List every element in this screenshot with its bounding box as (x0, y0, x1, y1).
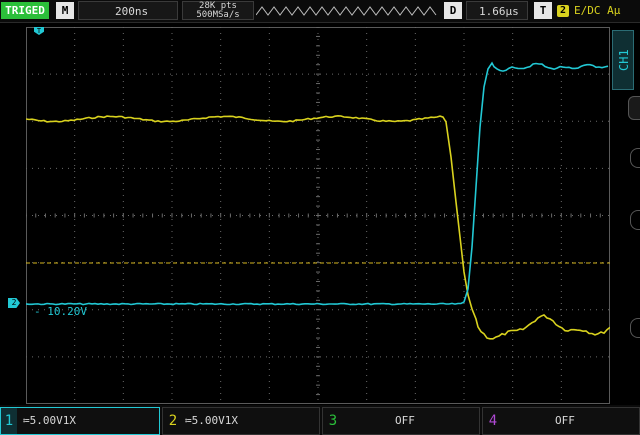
ch1-ground-marker[interactable]: 2 (8, 298, 20, 308)
ch3-state: OFF (395, 414, 415, 427)
side-menu-handle[interactable] (628, 96, 640, 120)
ch3-status[interactable]: 3 OFF (322, 407, 480, 435)
trigger-status-badge: TRIGED (1, 2, 49, 19)
trigger-settings[interactable]: E∕DC Aμ (574, 1, 620, 20)
ch1-menu-tab[interactable]: CH1 (612, 30, 634, 90)
trigger-key-icon[interactable]: T (534, 2, 552, 19)
ch2-scale: ≔5.00V1X (185, 414, 238, 427)
ch1-tab-label: CH1 (617, 49, 631, 71)
ch2-status[interactable]: 2 ≔5.00V1X (162, 407, 320, 435)
side-knob-indicator[interactable] (630, 210, 640, 230)
delay-field[interactable]: 1.66μs (466, 1, 528, 20)
acquisition-info: 28K pts 500MSa/s (182, 1, 254, 20)
timebase-value: 200ns (115, 5, 149, 18)
delay-key-icon[interactable]: D (444, 2, 462, 19)
ch1-status[interactable]: 1 ≔5.00V1X (0, 407, 160, 435)
ch4-state: OFF (555, 414, 575, 427)
timebase-key-icon[interactable]: M (56, 2, 74, 19)
top-status-bar: TRIGED M 200ns 28K pts 500MSa/s D 1.66μs… (0, 0, 640, 23)
waveform-overview-icon (256, 6, 437, 16)
timebase-field[interactable]: 200ns (78, 1, 178, 20)
channel-status-bar: 1 ≔5.00V1X 2 ≔5.00V1X 3 OFF 4 OFF (0, 405, 640, 435)
delay-value: 1.66μs (479, 5, 519, 18)
oscilloscope-display: TRIGED M 200ns 28K pts 500MSa/s D 1.66μs… (0, 0, 640, 435)
ch1-number: 1 (1, 408, 17, 434)
ch2-number: 2 (168, 413, 178, 429)
trigger-source-badge: 2 (557, 5, 569, 17)
ch1-offset-label: - 10.20V (34, 305, 87, 318)
sample-rate: 500MSa/s (196, 10, 240, 20)
ch4-number: 4 (488, 413, 498, 429)
waveform-screen[interactable] (26, 27, 610, 404)
ch1-scale: ≔5.00V1X (23, 414, 76, 427)
ch4-status[interactable]: 4 OFF (482, 407, 640, 435)
side-knob-indicator[interactable] (630, 148, 640, 168)
side-knob-indicator[interactable] (630, 318, 640, 338)
ch3-number: 3 (328, 413, 338, 429)
